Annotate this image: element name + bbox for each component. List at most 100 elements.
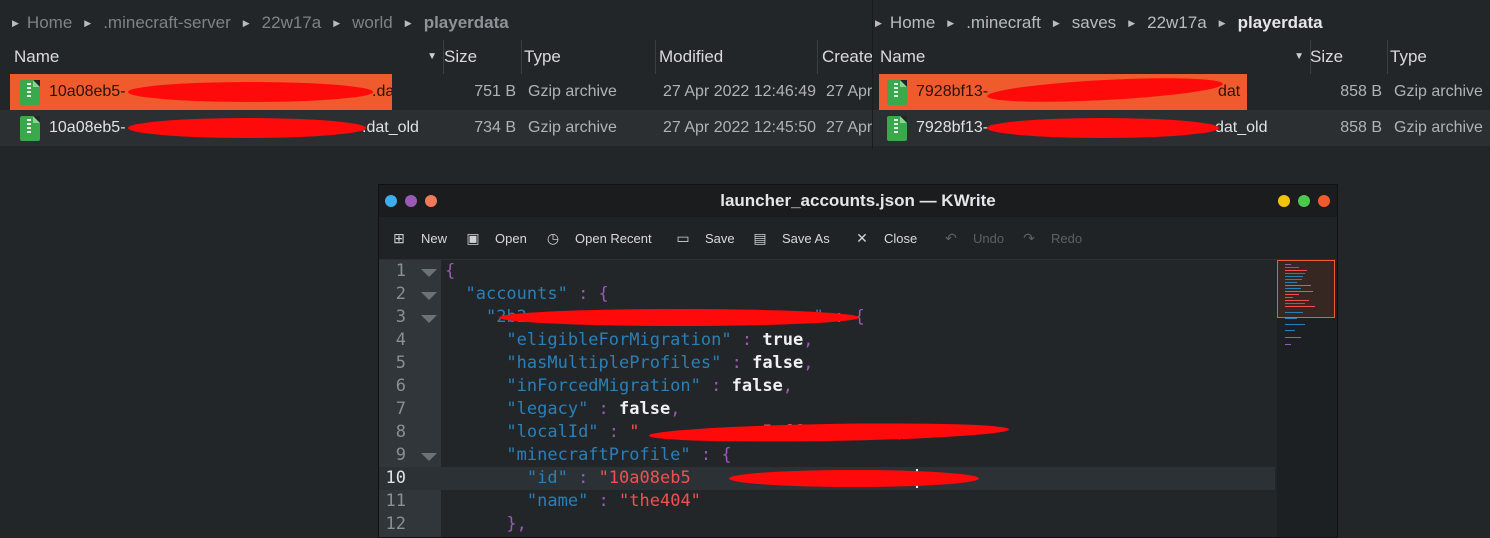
json-key: "minecraftProfile" <box>506 445 691 465</box>
breadcrumb-home[interactable]: Home <box>890 13 935 33</box>
file-name-cell: 7928bf13- dat <box>879 74 1247 110</box>
file-size: 734 B <box>474 119 516 136</box>
column-created[interactable]: Create <box>818 40 873 74</box>
text-editor[interactable]: 1 { 2 "accounts" : { 3 "2b2c " : { 4 "el… <box>379 260 1337 537</box>
save-button[interactable]: ▭ Save <box>673 217 734 259</box>
json-key: "id" <box>526 468 568 488</box>
json-key: "inForcedMigration" <box>506 376 701 396</box>
maximize-button[interactable] <box>1298 195 1310 207</box>
breadcrumb-playerdata[interactable]: playerdata <box>1238 13 1323 33</box>
line-number: 1 <box>395 261 406 281</box>
minimap-viewport[interactable] <box>1277 260 1335 318</box>
minimize-button[interactable] <box>1278 195 1290 207</box>
redaction-scribble <box>128 118 366 138</box>
redaction-scribble <box>499 309 859 326</box>
file-name-cell: 10a08eb5- .dat <box>10 74 392 110</box>
column-modified[interactable]: Modified <box>655 40 818 74</box>
breadcrumb-minecraft-server[interactable]: .minecraft-server <box>103 13 231 33</box>
redo-icon: ↷ <box>1023 229 1035 246</box>
json-punct: : <box>567 468 599 488</box>
file-name-start: 7928bf13- <box>916 119 989 136</box>
breadcrumb-home[interactable]: Home <box>27 13 72 33</box>
sort-down-icon: ▼ <box>1294 51 1304 62</box>
fold-arrow-icon[interactable] <box>421 269 437 277</box>
breadcrumb-version[interactable]: 22w17a <box>1147 13 1207 33</box>
undo-icon: ↶ <box>945 229 957 246</box>
new-label: New <box>421 230 448 246</box>
new-button[interactable]: ⊞ New <box>389 217 447 259</box>
save-as-button[interactable]: ▤ Save As <box>750 217 830 259</box>
column-name[interactable]: Name ▼ <box>10 40 444 74</box>
line-number: 3 <box>395 307 406 327</box>
breadcrumb-saves[interactable]: saves <box>1072 13 1116 33</box>
file-created: 27 Apr <box>826 83 873 100</box>
line-number: 10 <box>385 468 406 488</box>
json-key-open: " <box>485 307 497 327</box>
file-row[interactable]: 10a08eb5- .dat 751 B Gzip archive 27 Apr… <box>0 74 873 110</box>
fold-arrow-icon[interactable] <box>421 315 437 323</box>
open-recent-button[interactable]: ◷ Open Recent <box>543 217 652 259</box>
column-size[interactable]: Size <box>440 40 522 74</box>
file-size: 858 B <box>1340 83 1382 100</box>
file-size: 751 B <box>474 83 516 100</box>
gzip-archive-icon <box>20 80 40 105</box>
json-punct: : { <box>567 284 609 304</box>
line-number: 6 <box>395 376 406 396</box>
file-created: 27 Apr <box>826 119 873 136</box>
code-line: 4 "eligibleForMigration" : true, <box>379 329 1275 352</box>
gzip-archive-icon <box>887 116 907 141</box>
breadcrumb-arrow-icon: ▶ <box>12 17 19 28</box>
breadcrumb-minecraft[interactable]: .minecraft <box>966 13 1041 33</box>
file-name-end: .dat_old <box>362 119 419 136</box>
json-punct: , <box>803 330 814 350</box>
file-row[interactable]: 10a08eb5- .dat_old 734 B Gzip archive 27… <box>0 110 873 146</box>
file-name-start: 10a08eb5- <box>49 119 126 136</box>
json-value: true <box>762 330 804 350</box>
file-modified: 27 Apr 2022 12:45:50 <box>663 119 817 136</box>
line-number: 2 <box>395 284 406 304</box>
save-as-label: Save As <box>782 230 830 246</box>
breadcrumb-world[interactable]: world <box>352 13 393 33</box>
title-bar[interactable]: launcher_accounts.json — KWrite <box>379 185 1337 217</box>
close-button[interactable]: ✕ Close <box>852 217 917 259</box>
code-line-current: 10 "id" : "10a08eb5 ", <box>379 467 1275 490</box>
redaction-scribble <box>128 82 373 102</box>
column-type[interactable]: Type <box>520 40 656 74</box>
close-window-button[interactable] <box>1318 195 1330 207</box>
breadcrumb-arrow-icon: ▶ <box>875 17 882 28</box>
fold-arrow-icon[interactable] <box>421 453 437 461</box>
json-punct: , <box>670 399 681 419</box>
column-size[interactable]: Size <box>1306 40 1388 74</box>
breadcrumb-playerdata[interactable]: playerdata <box>424 13 509 33</box>
save-icon: ▭ <box>676 229 690 246</box>
redaction-scribble <box>986 74 1224 107</box>
column-type[interactable]: Type <box>1386 40 1490 74</box>
redo-button[interactable]: ↷ Redo <box>1019 217 1082 259</box>
json-key: "legacy" <box>506 399 589 419</box>
undo-button[interactable]: ↶ Undo <box>941 217 1004 259</box>
file-type: Gzip archive <box>1394 83 1483 100</box>
file-row[interactable]: 7928bf13- dat 858 B Gzip archive <box>873 74 1490 110</box>
json-brace: }, <box>506 514 527 534</box>
json-punct: : { <box>690 445 732 465</box>
minimap[interactable] <box>1277 260 1337 537</box>
gzip-archive-icon <box>887 80 907 105</box>
file-type: Gzip archive <box>528 119 617 136</box>
line-number: 12 <box>385 514 406 534</box>
column-name-label: Name <box>14 47 60 66</box>
column-name[interactable]: Name ▼ <box>876 40 1311 74</box>
code-line: 2 "accounts" : { <box>379 283 1275 306</box>
code-line: 9 "minecraftProfile" : { <box>379 444 1275 467</box>
fold-arrow-icon[interactable] <box>421 292 437 300</box>
json-punct: : <box>721 353 753 373</box>
main-toolbar: ⊞ New ▣ Open ◷ Open Recent ▭ Save ▤ Save… <box>379 217 1337 260</box>
breadcrumb-version[interactable]: 22w17a <box>262 13 322 33</box>
redaction-scribble <box>987 118 1219 138</box>
column-header: Name ▼ Size Type <box>873 40 1490 74</box>
file-name-cell: 7928bf13- dat_old <box>879 110 1309 146</box>
file-row[interactable]: 7928bf13- dat_old 858 B Gzip archive <box>873 110 1490 146</box>
open-button[interactable]: ▣ Open <box>463 217 526 259</box>
open-document-icon: ▣ <box>466 229 480 246</box>
kwrite-window: launcher_accounts.json — KWrite ⊞ New ▣ … <box>378 184 1338 538</box>
json-key: "hasMultipleProfiles" <box>506 353 722 373</box>
